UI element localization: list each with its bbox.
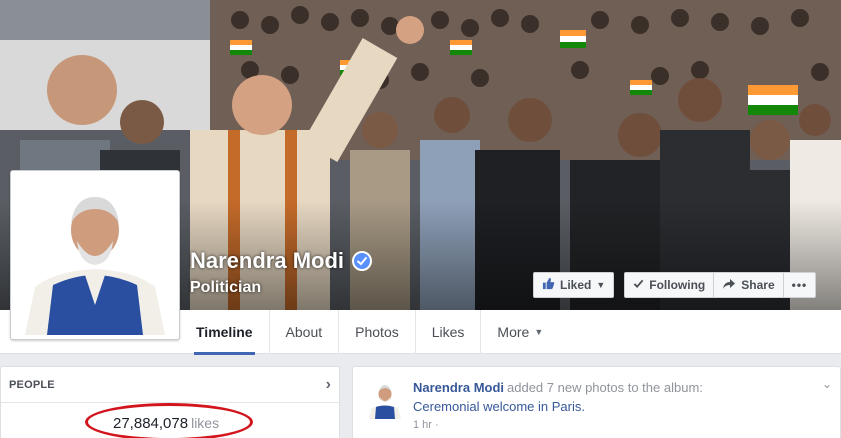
liked-button[interactable]: Liked ▼ <box>533 272 615 298</box>
people-card: PEOPLE › 27,884,078 likes <box>0 366 340 438</box>
facebook-page: Narendra Modi Politician Liked ▼ Followi… <box>0 0 841 438</box>
follow-share-group: Following Share ••• <box>624 272 817 298</box>
people-title: PEOPLE <box>9 378 55 391</box>
likes-count: 27,884,078 <box>113 415 189 432</box>
tab-label: More <box>497 324 530 340</box>
likes-unit: likes <box>191 415 220 431</box>
following-label: Following <box>649 278 706 292</box>
cover-actions: Liked ▼ Following Share ••• <box>533 272 817 298</box>
page-category[interactable]: Politician <box>190 279 261 297</box>
more-options-button[interactable]: ••• <box>783 272 817 298</box>
more-dots-icon: ••• <box>791 278 808 292</box>
profile-picture-image <box>15 175 175 335</box>
avatar <box>365 379 405 419</box>
post-author-link[interactable]: Narendra Modi <box>413 380 504 395</box>
tab-label: Timeline <box>196 324 253 340</box>
thumbs-up-icon <box>542 277 555 293</box>
post-headline: Narendra Modi added 7 new photos to the a… <box>413 380 703 395</box>
profile-picture[interactable] <box>10 170 180 340</box>
people-header[interactable]: PEOPLE › <box>1 367 339 403</box>
tab-more[interactable]: More ▼ <box>481 310 559 354</box>
tab-about[interactable]: About <box>270 310 340 354</box>
following-button[interactable]: Following <box>624 272 715 298</box>
share-arrow-icon <box>722 278 736 293</box>
page-title[interactable]: Narendra Modi <box>190 248 373 274</box>
verified-badge-icon <box>352 251 373 271</box>
tab-photos[interactable]: Photos <box>339 310 416 354</box>
check-icon <box>633 278 644 292</box>
tab-label: About <box>285 324 323 340</box>
chevron-down-icon[interactable]: ⌄ <box>822 377 832 391</box>
share-label: Share <box>741 278 775 292</box>
likes-count-row[interactable]: 27,884,078 likes <box>113 415 219 432</box>
chevron-down-icon: ▼ <box>596 280 606 290</box>
post-timestamp[interactable]: 1 hr · <box>413 419 439 431</box>
share-button[interactable]: Share <box>714 272 784 298</box>
tab-list: Timeline About Photos Likes More ▼ <box>180 310 559 355</box>
caret-down-icon: ▼ <box>534 327 544 337</box>
timeline-post: Narendra Modi added 7 new photos to the a… <box>352 366 841 438</box>
tab-timeline[interactable]: Timeline <box>180 310 270 355</box>
tab-likes[interactable]: Likes <box>416 310 482 354</box>
post-author-avatar[interactable] <box>365 379 405 419</box>
tab-label: Photos <box>355 324 399 340</box>
post-action: added 7 new photos to the album: <box>507 380 703 395</box>
chevron-right-icon[interactable]: › <box>326 376 331 394</box>
album-link[interactable]: Ceremonial welcome in Paris. <box>413 399 585 414</box>
tab-label: Likes <box>431 324 465 340</box>
liked-label: Liked <box>560 278 592 292</box>
page-name-text[interactable]: Narendra Modi <box>190 248 344 274</box>
